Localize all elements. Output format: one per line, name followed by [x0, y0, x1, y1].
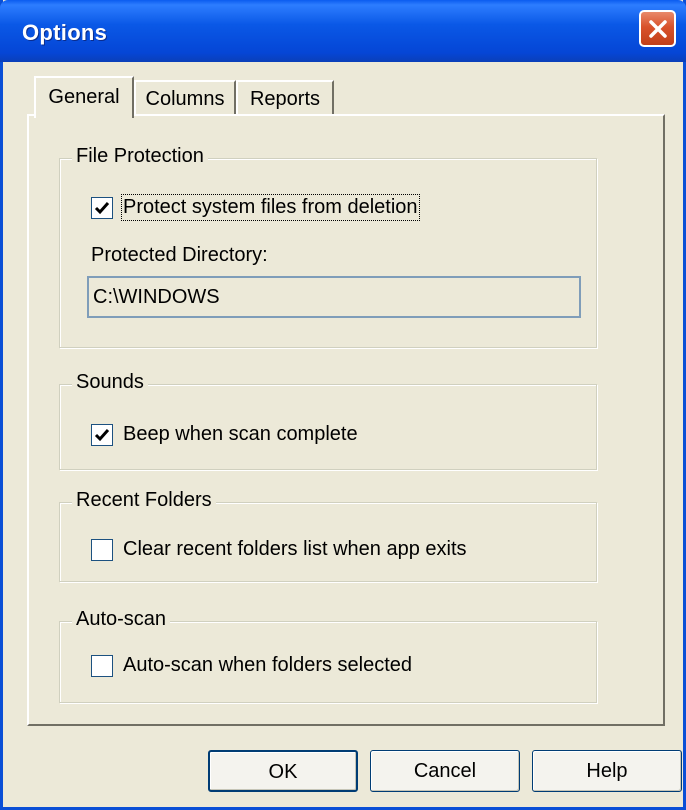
tab-reports[interactable]: Reports: [236, 80, 334, 118]
sounds-title: Sounds: [72, 371, 148, 394]
beep-label: Beep when scan complete: [123, 423, 358, 445]
protected-directory-text: Protected Directory:: [91, 244, 268, 266]
file-protection-title: File Protection: [72, 145, 208, 168]
checkmark-icon: [94, 201, 110, 214]
tab-general-label: General: [48, 86, 120, 108]
auto-scan-option[interactable]: Auto-scan when folders selected: [91, 654, 412, 677]
protected-directory-field[interactable]: C:\WINDOWS: [87, 276, 581, 318]
options-dialog: Options General Columns Reports File Pro…: [0, 0, 686, 810]
protected-directory-label: Protected Directory:: [91, 244, 268, 267]
close-button[interactable]: [639, 10, 676, 47]
protect-files-checkbox[interactable]: [91, 196, 113, 219]
beep-checkbox[interactable]: [91, 423, 113, 446]
tab-general[interactable]: General: [34, 76, 134, 118]
clear-recent-option[interactable]: Clear recent folders list when app exits: [91, 538, 467, 561]
protect-files-option[interactable]: Protect system files from deletion: [91, 194, 420, 221]
cancel-button[interactable]: Cancel: [370, 750, 520, 792]
close-icon: [649, 20, 667, 38]
recent-folders-title: Recent Folders: [72, 489, 216, 512]
auto-scan-checkbox[interactable]: [91, 654, 113, 677]
tab-columns[interactable]: Columns: [134, 80, 236, 118]
title-bar[interactable]: Options: [0, 0, 686, 62]
auto-scan-title: Auto-scan: [72, 608, 171, 631]
help-button[interactable]: Help: [532, 750, 682, 792]
protect-files-label: Protect system files from deletion: [121, 194, 420, 221]
clear-recent-checkbox[interactable]: [91, 538, 113, 561]
auto-scan-label: Auto-scan when folders selected: [123, 654, 413, 676]
clear-recent-label: Clear recent folders list when app exits: [123, 538, 467, 560]
ok-button[interactable]: OK: [208, 750, 358, 792]
tab-reports-label: Reports: [249, 88, 321, 110]
beep-option[interactable]: Beep when scan complete: [91, 423, 358, 446]
window-title: Options: [22, 20, 108, 45]
checkmark-icon: [94, 428, 110, 441]
tab-columns-label: Columns: [145, 88, 225, 110]
